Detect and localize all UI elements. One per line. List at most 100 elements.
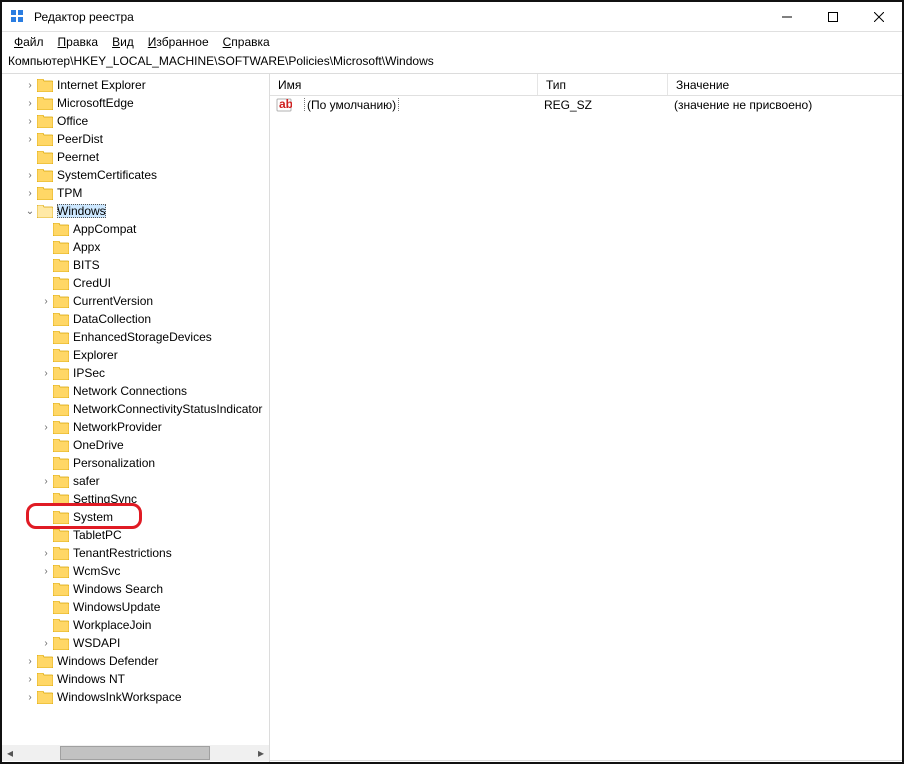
tree-item-system[interactable]: System	[2, 508, 269, 526]
expander-icon[interactable]: ›	[40, 368, 52, 379]
folder-icon	[37, 169, 53, 182]
expander-icon[interactable]: ›	[24, 188, 36, 199]
close-button[interactable]	[856, 2, 902, 32]
expander-icon[interactable]: ›	[40, 422, 52, 433]
string-value-icon: ab	[276, 97, 292, 113]
value-name: (По умолчанию)	[304, 98, 399, 112]
tree-item-wsdapi[interactable]: › WSDAPI	[2, 634, 269, 652]
maximize-button[interactable]	[810, 2, 856, 32]
expander-icon[interactable]: ⌄	[24, 206, 36, 217]
expander-icon[interactable]: ›	[40, 548, 52, 559]
tree-item-safer[interactable]: › safer	[2, 472, 269, 490]
tree-label: EnhancedStorageDevices	[73, 330, 212, 344]
folder-icon	[37, 187, 53, 200]
tree-item-enhancedstoragedevices[interactable]: EnhancedStorageDevices	[2, 328, 269, 346]
minimize-button[interactable]	[764, 2, 810, 32]
expander-icon[interactable]: ›	[24, 116, 36, 127]
scroll-right-button[interactable]: ▸	[253, 745, 269, 761]
tree-item-workplacejoin[interactable]: WorkplaceJoin	[2, 616, 269, 634]
tree-label: WindowsUpdate	[73, 600, 160, 614]
menu-view[interactable]: Вид	[106, 34, 140, 50]
tree-item-wcmsvc[interactable]: › WcmSvc	[2, 562, 269, 580]
tree-item-networkconnectivitystatusindicator[interactable]: NetworkConnectivityStatusIndicator	[2, 400, 269, 418]
tree-item-credui[interactable]: CredUI	[2, 274, 269, 292]
tree-item-currentversion[interactable]: › CurrentVersion	[2, 292, 269, 310]
expander-icon[interactable]: ›	[40, 566, 52, 577]
tree-label: PeerDist	[57, 132, 103, 146]
tree-item-peerdist[interactable]: › PeerDist	[2, 130, 269, 148]
menu-file[interactable]: Файл	[8, 34, 50, 50]
menu-help[interactable]: Справка	[217, 34, 276, 50]
tree-item-explorer[interactable]: Explorer	[2, 346, 269, 364]
tree-label: Windows Search	[73, 582, 163, 596]
tree-item-onedrive[interactable]: OneDrive	[2, 436, 269, 454]
scroll-left-button[interactable]: ◂	[2, 745, 18, 761]
tree-label: CurrentVersion	[73, 294, 153, 308]
folder-icon	[53, 241, 69, 254]
window-title: Редактор реестра	[34, 10, 134, 24]
tree-label: Office	[57, 114, 88, 128]
tree-item-datacollection[interactable]: DataCollection	[2, 310, 269, 328]
tree-item-tabletpc[interactable]: TabletPC	[2, 526, 269, 544]
tree-item-tpm[interactable]: › TPM	[2, 184, 269, 202]
expander-icon[interactable]: ›	[24, 80, 36, 91]
menu-favorites[interactable]: Избранное	[142, 34, 215, 50]
tree-item-office[interactable]: › Office	[2, 112, 269, 130]
tree-horizontal-scrollbar[interactable]: ◂ ▸	[2, 745, 269, 761]
registry-editor-window: Редактор реестра Файл Правка Вид Избранн…	[0, 0, 904, 764]
address-bar[interactable]: Компьютер\HKEY_LOCAL_MACHINE\SOFTWARE\Po…	[2, 52, 902, 74]
tree-pane[interactable]: › Internet Explorer› MicrosoftEdge› Offi…	[2, 74, 270, 762]
tree-item-microsoftedge[interactable]: › MicrosoftEdge	[2, 94, 269, 112]
tree-label: Windows NT	[57, 672, 125, 686]
folder-icon	[37, 205, 53, 218]
expander-icon[interactable]: ›	[40, 296, 52, 307]
tree-item-settingsync[interactable]: SettingSync	[2, 490, 269, 508]
tree-item-ipsec[interactable]: › IPSec	[2, 364, 269, 382]
scroll-thumb[interactable]	[60, 746, 210, 760]
value-row-default[interactable]: ab (По умолчанию) REG_SZ (значение не пр…	[270, 96, 902, 114]
tree-item-windowsupdate[interactable]: WindowsUpdate	[2, 598, 269, 616]
folder-icon	[37, 97, 53, 110]
tree-item-network-connections[interactable]: Network Connections	[2, 382, 269, 400]
tree-item-systemcertificates[interactable]: › SystemCertificates	[2, 166, 269, 184]
tree-label: TenantRestrictions	[73, 546, 172, 560]
expander-icon[interactable]: ›	[24, 674, 36, 685]
tree-item-windows-search[interactable]: Windows Search	[2, 580, 269, 598]
folder-icon	[53, 223, 69, 236]
value-data: (значение не присвоено)	[666, 98, 820, 112]
tree-item-tenantrestrictions[interactable]: › TenantRestrictions	[2, 544, 269, 562]
tree-item-bits[interactable]: BITS	[2, 256, 269, 274]
tree-label: TPM	[57, 186, 82, 200]
tree-label: BITS	[73, 258, 100, 272]
expander-icon[interactable]: ›	[24, 170, 36, 181]
tree-item-internet-explorer[interactable]: › Internet Explorer	[2, 76, 269, 94]
expander-icon[interactable]: ›	[40, 638, 52, 649]
folder-icon	[53, 313, 69, 326]
tree-label: OneDrive	[73, 438, 124, 452]
tree-label: WorkplaceJoin	[73, 618, 151, 632]
tree-item-windows-nt[interactable]: › Windows NT	[2, 670, 269, 688]
column-name[interactable]: Имя	[270, 74, 538, 95]
expander-icon[interactable]: ›	[24, 656, 36, 667]
folder-icon	[37, 673, 53, 686]
app-icon	[10, 9, 26, 25]
expander-icon[interactable]: ›	[24, 134, 36, 145]
tree-item-windowsinkworkspace[interactable]: › WindowsInkWorkspace	[2, 688, 269, 706]
tree-item-personalization[interactable]: Personalization	[2, 454, 269, 472]
expander-icon[interactable]: ›	[40, 476, 52, 487]
tree-item-appcompat[interactable]: AppCompat	[2, 220, 269, 238]
column-type[interactable]: Тип	[538, 74, 668, 95]
tree-item-windows[interactable]: ⌄ Windows	[2, 202, 269, 220]
tree-item-windows-defender[interactable]: › Windows Defender	[2, 652, 269, 670]
expander-icon[interactable]: ›	[24, 98, 36, 109]
menu-edit[interactable]: Правка	[52, 34, 105, 50]
tree-label: Network Connections	[73, 384, 187, 398]
tree-item-networkprovider[interactable]: › NetworkProvider	[2, 418, 269, 436]
tree-item-peernet[interactable]: Peernet	[2, 148, 269, 166]
folder-icon	[53, 619, 69, 632]
column-value[interactable]: Значение	[668, 74, 902, 95]
expander-icon[interactable]: ›	[24, 692, 36, 703]
folder-icon	[53, 547, 69, 560]
folder-icon	[53, 259, 69, 272]
tree-item-appx[interactable]: Appx	[2, 238, 269, 256]
